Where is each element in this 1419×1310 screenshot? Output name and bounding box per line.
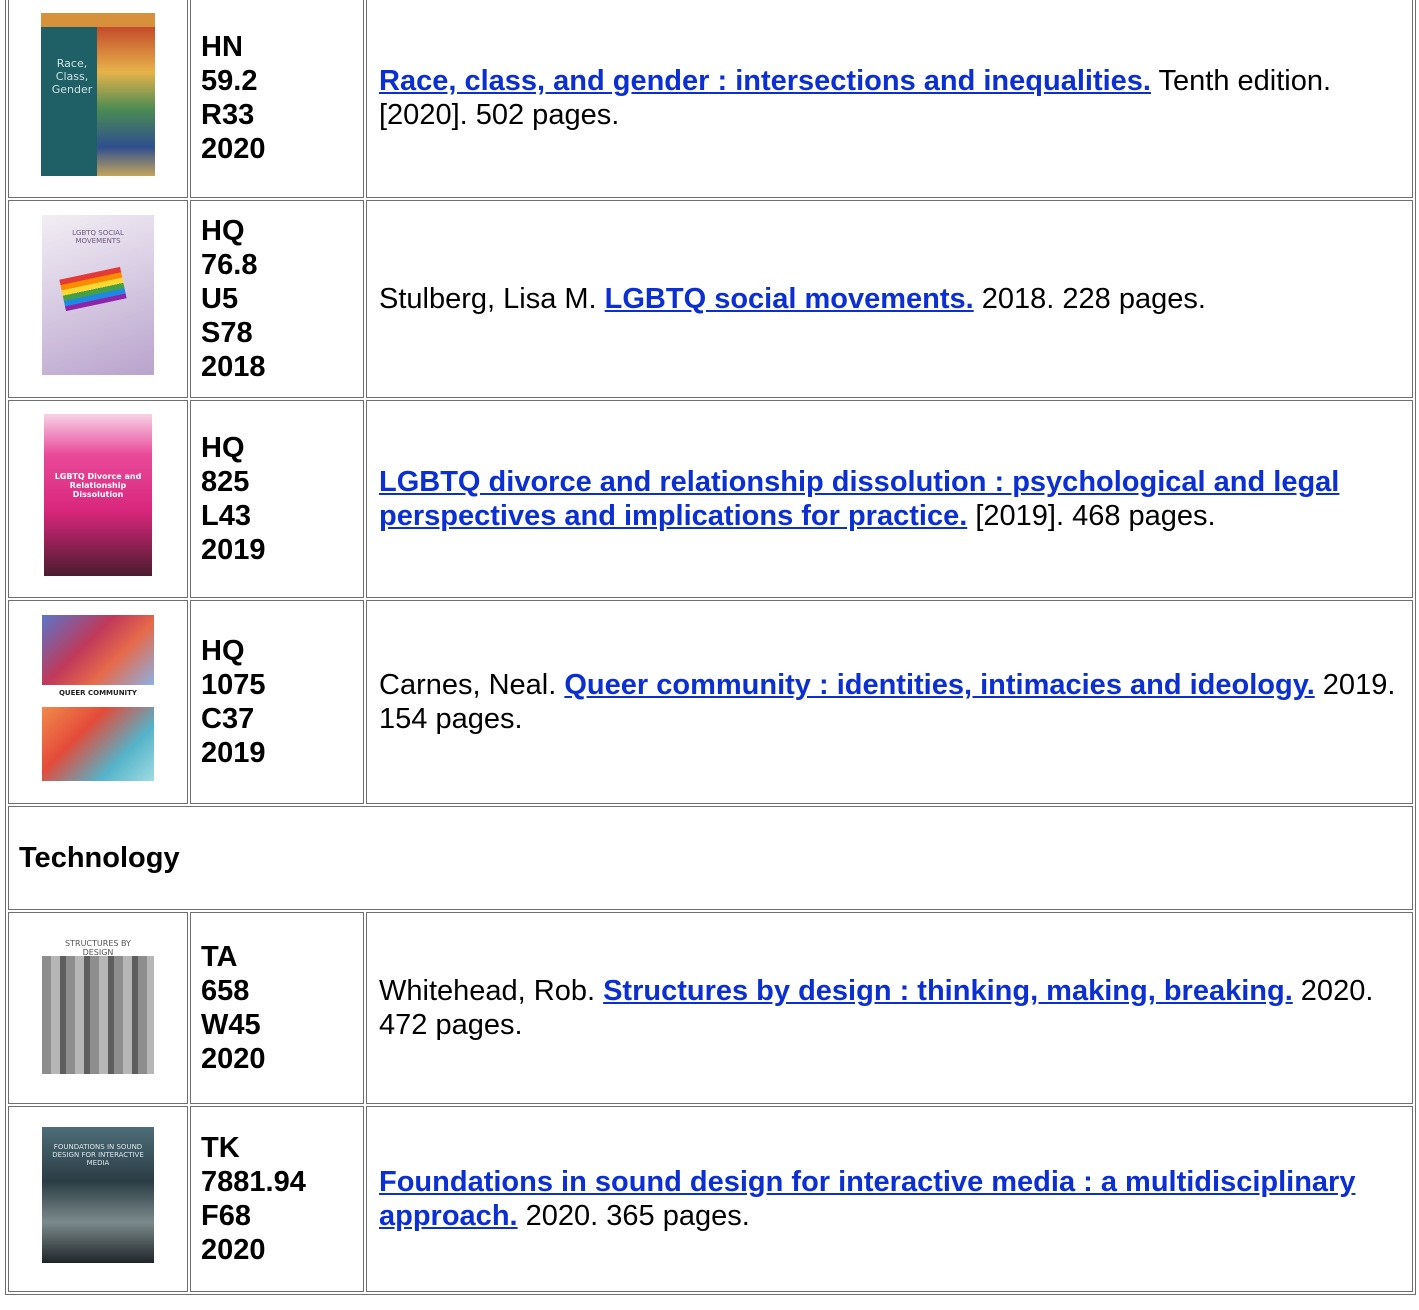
- section-heading: Technology: [8, 806, 1413, 910]
- author: Stulberg, Lisa M.: [379, 283, 605, 315]
- foundations-sound-design-cover[interactable]: FOUNDATIONS IN SOUND DESIGN FOR INTERACT…: [42, 1127, 154, 1263]
- call-number: TA 658 W45 2020: [190, 912, 364, 1104]
- cover-cell: FOUNDATIONS IN SOUND DESIGN FOR INTERACT…: [8, 1106, 188, 1292]
- table-row: QUEER COMMUNITY HQ 1075 C37 2019 Carnes,…: [8, 600, 1413, 804]
- book-title-link[interactable]: Race, class, and gender : intersections …: [379, 65, 1151, 97]
- structures-by-design-cover[interactable]: STRUCTURES BY DESIGN: [42, 934, 154, 1074]
- table-row: LGBTQ Divorce and Relationship Dissoluti…: [8, 400, 1413, 598]
- cover-cell: LGBTQ SOCIAL MOVEMENTS: [8, 200, 188, 398]
- call-number: HN 59.2 R33 2020: [190, 0, 364, 198]
- book-description: Whitehead, Rob. Structures by design : t…: [366, 912, 1413, 1104]
- cover-cell: STRUCTURES BY DESIGN: [8, 912, 188, 1104]
- cover-cell: LGBTQ Divorce and Relationship Dissoluti…: [8, 400, 188, 598]
- author: Carnes, Neal.: [379, 669, 565, 701]
- call-number: HQ 825 L43 2019: [190, 400, 364, 598]
- lgbtq-divorce-cover[interactable]: LGBTQ Divorce and Relationship Dissoluti…: [44, 414, 152, 576]
- book-description: Race, class, and gender : intersections …: [366, 0, 1413, 198]
- call-number: HQ 1075 C37 2019: [190, 600, 364, 804]
- cover-cell: QUEER COMMUNITY: [8, 600, 188, 804]
- book-details: 2018. 228 pages.: [973, 283, 1206, 315]
- call-number: TK 7881.94 F68 2020: [190, 1106, 364, 1292]
- book-title-link[interactable]: Structures by design : thinking, making,…: [603, 975, 1293, 1007]
- race-class-gender-cover[interactable]: Race, Class, Gender: [41, 12, 155, 176]
- table-row: STRUCTURES BY DESIGN TA 658 W45 2020 Whi…: [8, 912, 1413, 1104]
- book-title-link[interactable]: LGBTQ social movements.: [605, 283, 974, 315]
- book-description: Stulberg, Lisa M. LGBTQ social movements…: [366, 200, 1413, 398]
- call-number: HQ 76.8 U5 S78 2018: [190, 200, 364, 398]
- book-details: 2020. 365 pages.: [517, 1200, 750, 1232]
- book-title-link[interactable]: Queer community : identities, intimacies…: [564, 669, 1314, 701]
- book-details: [2019]. 468 pages.: [967, 500, 1216, 532]
- table-row: Race, Class, Gender HN 59.2 R33 2020 Rac…: [8, 0, 1413, 198]
- lgbtq-social-movements-cover[interactable]: LGBTQ SOCIAL MOVEMENTS: [42, 215, 154, 375]
- table-row: Technology: [8, 806, 1413, 910]
- table-row: LGBTQ SOCIAL MOVEMENTS HQ 76.8 U5 S78 20…: [8, 200, 1413, 398]
- cover-cell: Race, Class, Gender: [8, 0, 188, 198]
- table-row: FOUNDATIONS IN SOUND DESIGN FOR INTERACT…: [8, 1106, 1413, 1292]
- new-books-table: Race, Class, Gender HN 59.2 R33 2020 Rac…: [5, 0, 1416, 1295]
- book-description: Carnes, Neal. Queer community : identiti…: [366, 600, 1413, 804]
- book-description: Foundations in sound design for interact…: [366, 1106, 1413, 1292]
- book-description: LGBTQ divorce and relationship dissoluti…: [366, 400, 1413, 598]
- author: Whitehead, Rob.: [379, 975, 604, 1007]
- queer-community-cover[interactable]: QUEER COMMUNITY: [42, 615, 154, 781]
